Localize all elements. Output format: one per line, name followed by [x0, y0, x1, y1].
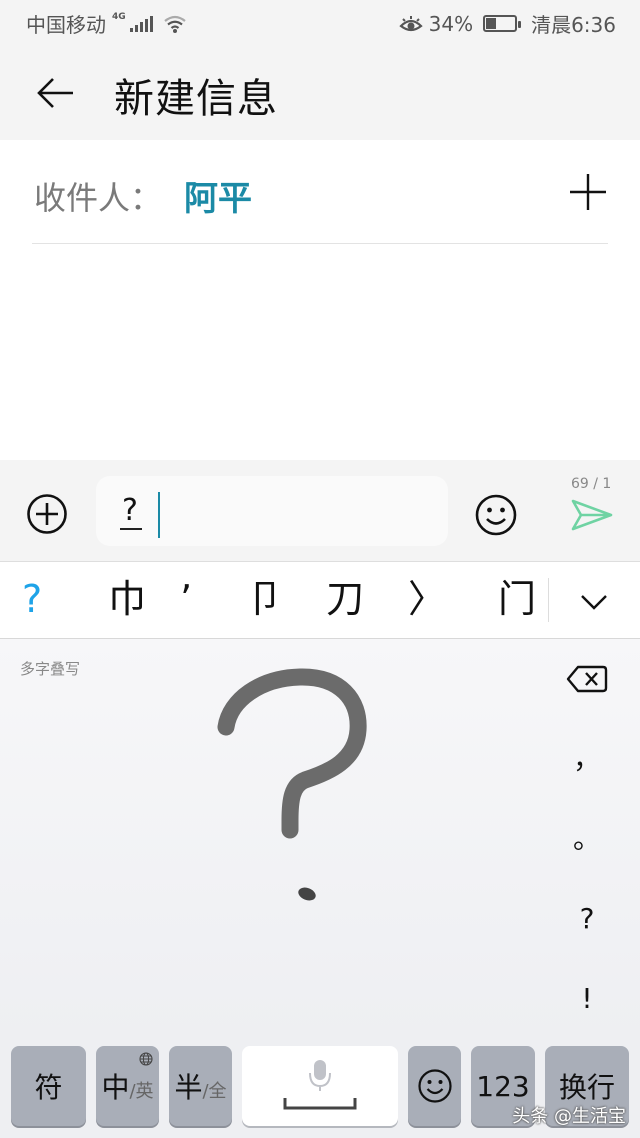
keyboard-bottom-row: 符 中/英 半/全 123 换行 头条 @生活宝: [0, 1038, 640, 1138]
comma-key[interactable]: ，: [552, 727, 622, 787]
period-key[interactable]: 。: [552, 807, 622, 867]
watermark: 头条 @生活宝: [512, 1106, 626, 1127]
send-button[interactable]: [570, 498, 614, 532]
plus-icon: [570, 174, 606, 210]
delete-key[interactable]: [552, 649, 622, 709]
recipient-field[interactable]: 收件人： 阿平: [32, 140, 608, 244]
punctuation-column: ， 。 ? !: [552, 639, 622, 1038]
send-icon: [571, 499, 613, 531]
handwriting-mode-label[interactable]: 多字叠写: [20, 658, 80, 679]
recipient-label: 收件人：: [34, 179, 163, 217]
candidate-item[interactable]: 巾: [108, 576, 146, 622]
status-bar: 中国移动 4G 34% 清晨6:36: [0, 0, 640, 44]
candidate-item[interactable]: 门: [498, 576, 536, 622]
number-key-label: 123: [476, 1069, 530, 1103]
symbol-key-label: 符: [34, 1071, 63, 1104]
language-key-main: 中: [101, 1071, 130, 1104]
page-title: 新建信息: [114, 76, 278, 122]
attach-button[interactable]: [26, 493, 68, 535]
candidate-item[interactable]: 卩: [246, 576, 284, 622]
carrier-name: 中国移动: [26, 13, 106, 37]
width-switch-key[interactable]: 半/全: [169, 1046, 232, 1126]
recipient-area: 收件人： 阿平: [0, 140, 640, 460]
exclaim-key[interactable]: !: [552, 968, 622, 1028]
char-counter: 69 / 1: [571, 476, 612, 492]
message-composing-text: ?: [120, 494, 142, 530]
recipient-chip[interactable]: 阿平: [184, 171, 252, 220]
handwriting-stroke: [217, 668, 367, 901]
back-button[interactable]: [30, 68, 80, 118]
space-key[interactable]: [242, 1046, 398, 1126]
network-type: 4G: [112, 11, 126, 22]
eye-comfort-icon: [398, 15, 423, 31]
width-key-main: 半: [174, 1071, 203, 1104]
question-key[interactable]: ?: [552, 888, 622, 948]
candidate-item[interactable]: 刀: [326, 576, 364, 622]
candidate-item[interactable]: 〉: [408, 576, 446, 622]
signal-icon: [129, 15, 153, 32]
smiley-icon: [475, 494, 517, 536]
add-recipient-button[interactable]: [568, 172, 608, 212]
candidate-item[interactable]: ’: [180, 576, 192, 622]
enter-key-label: 换行: [558, 1071, 615, 1104]
symbol-key[interactable]: 符: [11, 1046, 86, 1126]
battery-icon: [483, 15, 522, 32]
candidate-bar: ? 巾 ’ 卩 刀 〉 门: [0, 562, 640, 639]
message-input[interactable]: ?: [96, 476, 448, 546]
clock: 清晨6:36: [531, 13, 616, 37]
expand-candidates-button[interactable]: [576, 584, 612, 618]
candidate-divider: [548, 578, 549, 622]
arrow-left-icon: [37, 78, 73, 108]
battery-percent: 34%: [428, 11, 474, 36]
backspace-icon: [566, 665, 608, 693]
language-switch-key[interactable]: 中/英: [96, 1046, 159, 1126]
emoji-button[interactable]: [474, 493, 518, 537]
language-key-sub: /英: [129, 1081, 154, 1102]
microphone-icon: [283, 1060, 357, 1110]
width-key-sub: /全: [202, 1081, 227, 1102]
plus-circle-icon: [27, 494, 67, 534]
candidate-item[interactable]: ?: [22, 576, 42, 622]
app-header: 新建信息: [0, 44, 640, 140]
globe-icon: [139, 1052, 153, 1066]
handwriting-pad[interactable]: 多字叠写 ， 。 ? !: [0, 639, 640, 1038]
chevron-down-icon: [581, 595, 607, 610]
text-caret: [158, 492, 160, 538]
smiley-icon: [417, 1069, 452, 1103]
emoji-key[interactable]: [408, 1046, 461, 1126]
wifi-icon: [163, 15, 186, 33]
compose-bar: ? 69 / 1: [0, 460, 640, 562]
